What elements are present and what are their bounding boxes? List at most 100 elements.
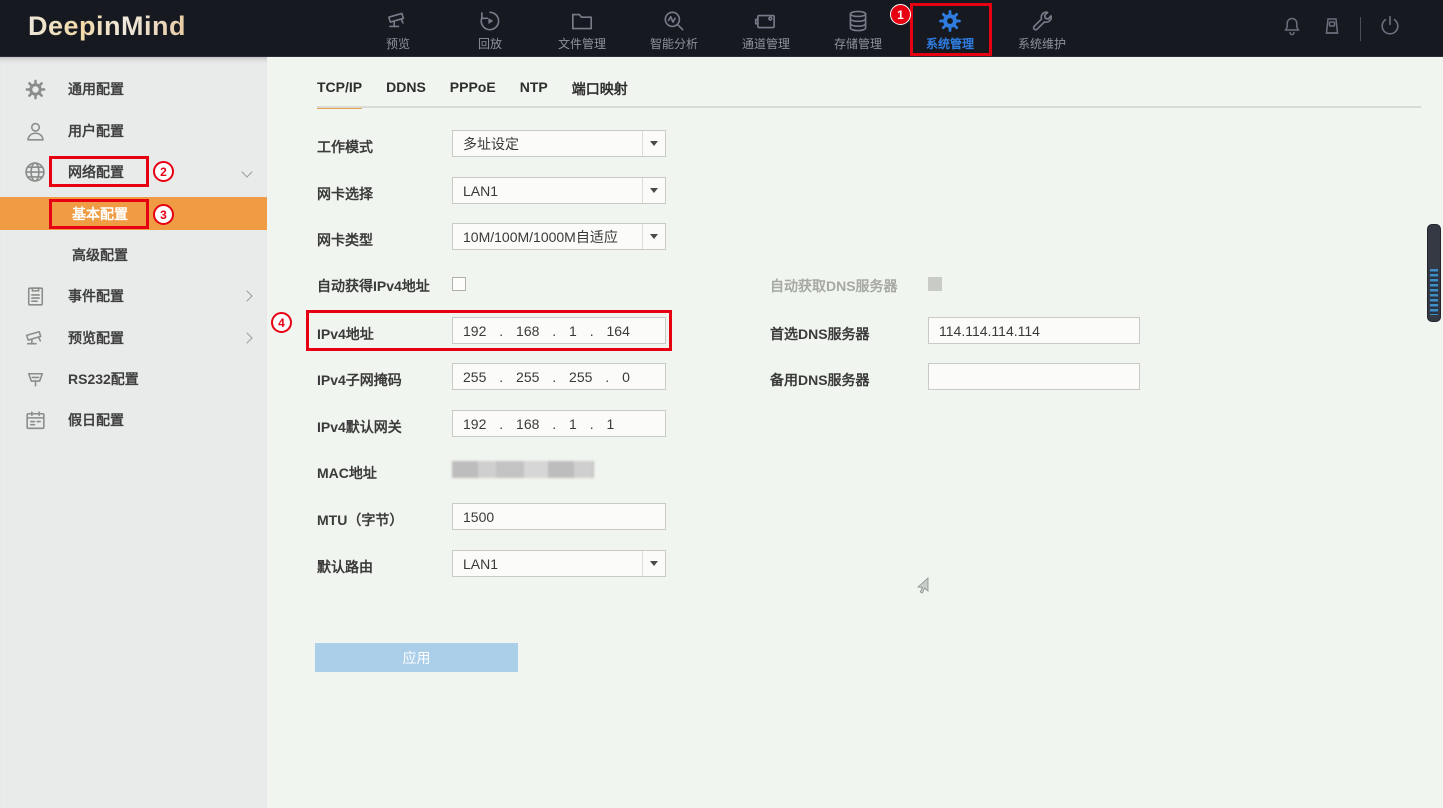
annotation-badge-1: 1 — [890, 4, 911, 25]
sidebar-item-general-config[interactable]: 通用配置 — [0, 69, 267, 109]
tab-ntp[interactable]: NTP — [520, 79, 548, 109]
globe-icon — [22, 159, 48, 185]
dropdown-arrow-icon[interactable] — [642, 551, 665, 576]
power-icon[interactable] — [1377, 13, 1403, 44]
work-mode-value: 多址设定 — [463, 134, 519, 154]
sidebar-item-basic-config[interactable]: 基本配置 — [0, 197, 267, 230]
sidebar-item-preview-config[interactable]: 预览配置 — [0, 318, 267, 358]
storage-database-icon — [845, 6, 871, 34]
sidebar-item-user-config[interactable]: 用户配置 — [0, 111, 267, 151]
gear-icon — [937, 6, 963, 34]
alternate-dns-label: 备用DNS服务器 — [770, 370, 870, 390]
default-route-select[interactable]: LAN1 — [452, 550, 666, 577]
nav-label: 存储管理 — [834, 35, 882, 52]
top-bar: DeepinMind 预览 回放 文件管理 — [0, 0, 1443, 57]
sidebar-item-label: 事件配置 — [68, 286, 124, 306]
scrollbar-stripes — [1430, 269, 1438, 315]
tab-tcpip[interactable]: TCP/IP — [317, 79, 362, 109]
sidebar-item-rs232-config[interactable]: RS232配置 — [0, 359, 267, 399]
nav-item-storage-management[interactable]: 存储管理 — [812, 0, 904, 57]
nav-label: 系统管理 — [926, 35, 974, 52]
nav-item-smart-analysis[interactable]: 智能分析 — [628, 0, 720, 57]
dropdown-arrow-icon[interactable] — [642, 131, 665, 156]
ipv4-gateway-input[interactable]: 192 . 168 . 1 . 1 — [452, 410, 666, 437]
mac-address-redacted-value — [452, 461, 594, 478]
dropdown-arrow-icon[interactable] — [642, 178, 665, 203]
ipv4-mask-label: IPv4子网掩码 — [317, 370, 402, 390]
sidebar-item-label: 预览配置 — [68, 328, 124, 348]
nav-item-system-maintenance[interactable]: 系统维护 — [996, 0, 1088, 57]
backup-device-icon[interactable] — [1320, 14, 1344, 43]
nav-item-preview[interactable]: 预览 — [352, 0, 444, 57]
nic-type-value: 10M/100M/1000M自适应 — [463, 227, 618, 247]
app-window: DeepinMind 预览 回放 文件管理 — [0, 0, 1443, 808]
auto-ipv4-label: 自动获得IPv4地址 — [317, 276, 430, 296]
folder-icon — [569, 6, 595, 34]
apply-button[interactable]: 应用 — [315, 643, 518, 672]
auto-ipv4-checkbox[interactable] — [452, 277, 466, 291]
sidebar-item-label: 通用配置 — [68, 79, 124, 99]
ipv4-mask-input[interactable]: 255 . 255 . 255 . 0 — [452, 363, 666, 390]
topbar-divider — [1360, 17, 1361, 41]
nav-item-channel-management[interactable]: 通道管理 — [720, 0, 812, 57]
user-icon — [22, 118, 48, 144]
nav-label: 回放 — [478, 35, 502, 52]
calendar-icon — [22, 407, 48, 433]
logo-text-bold: Mind — [121, 11, 186, 41]
sidebar-item-network-config[interactable]: 网络配置 — [0, 152, 267, 192]
nic-type-select[interactable]: 10M/100M/1000M自适应 — [452, 223, 666, 250]
alternate-dns-input[interactable] — [928, 363, 1140, 390]
nav-label: 通道管理 — [742, 35, 790, 52]
default-route-label: 默认路由 — [317, 557, 373, 577]
chevron-right-icon — [241, 332, 252, 343]
logo-text-regular: Deepin — [28, 11, 121, 41]
mtu-input[interactable]: 1500 — [452, 503, 666, 530]
sidebar-item-label: 网络配置 — [68, 162, 124, 182]
sidebar-item-advanced-config[interactable]: 高级配置 — [0, 235, 267, 275]
nav-item-file-management[interactable]: 文件管理 — [536, 0, 628, 57]
preferred-dns-input[interactable]: 114.114.114.114 — [928, 317, 1140, 344]
auto-dns-label: 自动获取DNS服务器 — [770, 276, 898, 296]
playback-icon — [477, 6, 503, 34]
nav-label: 文件管理 — [558, 35, 606, 52]
default-route-value: LAN1 — [463, 556, 498, 572]
work-mode-select[interactable]: 多址设定 — [452, 130, 666, 157]
preferred-dns-label: 首选DNS服务器 — [770, 324, 870, 344]
nic-type-label: 网卡类型 — [317, 230, 373, 250]
app-logo: DeepinMind — [28, 11, 186, 42]
ipv4-gateway-label: IPv4默认网关 — [317, 417, 402, 437]
sidebar-item-label: 用户配置 — [68, 121, 124, 141]
chevron-right-icon — [241, 290, 252, 301]
settings-sidebar: 通用配置 用户配置 网络配置 基本配置 高级配置 事件配置 — [0, 57, 267, 808]
gear-icon — [22, 76, 48, 102]
tab-port-mapping[interactable]: 端口映射 — [572, 79, 628, 109]
main-content: TCP/IP DDNS PPPoE NTP 端口映射 工作模式 多址设定 网卡选… — [267, 57, 1443, 808]
alarm-bell-icon[interactable] — [1280, 14, 1304, 43]
tabs-divider — [317, 106, 1421, 108]
analysis-magnifier-icon — [661, 6, 687, 34]
nav-item-playback[interactable]: 回放 — [444, 0, 536, 57]
sidebar-item-holiday-config[interactable]: 假日配置 — [0, 400, 267, 440]
sidebar-item-label: 高级配置 — [72, 245, 128, 265]
nav-label: 智能分析 — [650, 35, 698, 52]
channel-camera-icon — [753, 6, 779, 34]
mac-address-label: MAC地址 — [317, 463, 377, 483]
tab-ddns[interactable]: DDNS — [386, 79, 426, 109]
clipboard-icon — [22, 283, 48, 309]
ipv4-address-input[interactable]: 192 . 168 . 1 . 164 — [452, 317, 666, 344]
sidebar-item-label: 假日配置 — [68, 410, 124, 430]
chevron-down-icon — [241, 166, 252, 177]
sidebar-item-event-config[interactable]: 事件配置 — [0, 276, 267, 316]
nav-item-system-management[interactable]: 系统管理 — [904, 0, 996, 57]
topbar-right-controls — [1280, 0, 1403, 57]
annotation-badge-4: 4 — [271, 312, 292, 333]
nav-label: 预览 — [386, 35, 410, 52]
scrollbar-thumb[interactable] — [1427, 224, 1441, 322]
nic-select-label: 网卡选择 — [317, 184, 373, 204]
cctv-camera-icon — [22, 325, 48, 351]
tab-pppoe[interactable]: PPPoE — [450, 79, 496, 109]
annotation-badge-2: 2 — [153, 161, 174, 182]
main-nav: 预览 回放 文件管理 智能分析 — [352, 0, 1088, 57]
nic-select[interactable]: LAN1 — [452, 177, 666, 204]
dropdown-arrow-icon[interactable] — [642, 224, 665, 249]
